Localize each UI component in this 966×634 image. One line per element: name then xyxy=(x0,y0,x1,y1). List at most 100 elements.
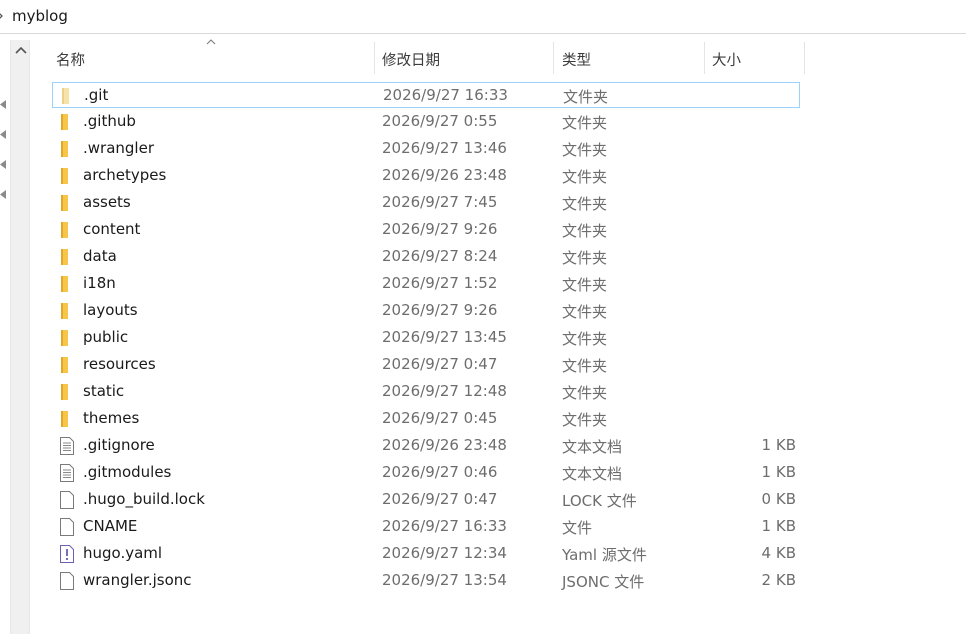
file-row[interactable]: content 2026/9/27 9:26 文件夹 xyxy=(52,217,800,243)
file-row[interactable]: layouts 2026/9/27 9:26 文件夹 xyxy=(52,298,800,324)
column-header-type[interactable]: 类型 xyxy=(562,40,591,74)
blank-file-icon xyxy=(59,517,75,537)
file-type: LOCK 文件 xyxy=(562,492,637,510)
vertical-scrollbar[interactable] xyxy=(10,40,30,634)
file-modified-date: 2026/9/27 0:45 xyxy=(382,409,498,427)
file-type: 文件夹 xyxy=(562,384,608,402)
file-modified-date: 2026/9/26 23:48 xyxy=(382,166,507,184)
file-modified-date: 2026/9/27 13:45 xyxy=(382,328,507,346)
folder-icon xyxy=(59,112,75,132)
pin-icon[interactable] xyxy=(0,100,6,109)
file-row[interactable]: .gitmodules 2026/9/27 0:46 文本文档 1 KB xyxy=(52,460,800,486)
file-type: 文件夹 xyxy=(562,168,608,186)
file-modified-date: 2026/9/27 16:33 xyxy=(383,86,508,104)
yaml-file-icon xyxy=(59,544,75,564)
file-name: static xyxy=(83,382,125,400)
blank-file-icon xyxy=(59,490,75,510)
file-type: 文件夹 xyxy=(562,357,608,375)
file-row[interactable]: static 2026/9/27 12:48 文件夹 xyxy=(52,379,800,405)
folder-icon xyxy=(59,382,75,402)
file-type: 文本文档 xyxy=(562,465,623,483)
pin-icon[interactable] xyxy=(0,130,6,139)
file-type: 文件夹 xyxy=(562,303,608,321)
file-row[interactable]: .git 2026/9/27 16:33 文件夹 xyxy=(52,82,800,108)
file-row[interactable]: .github 2026/9/27 0:55 文件夹 xyxy=(52,109,800,135)
text-document-icon xyxy=(59,436,75,456)
file-modified-date: 2026/9/27 7:45 xyxy=(382,193,498,211)
file-type: 文本文档 xyxy=(562,438,623,456)
pin-icon[interactable] xyxy=(0,160,6,169)
file-modified-date: 2026/9/27 9:26 xyxy=(382,220,498,238)
file-type: 文件夹 xyxy=(562,222,608,240)
file-row[interactable]: CNAME 2026/9/27 16:33 文件 1 KB xyxy=(52,514,800,540)
file-type: 文件夹 xyxy=(563,88,609,106)
column-header-name[interactable]: 名称 xyxy=(56,40,85,74)
file-row[interactable]: resources 2026/9/27 0:47 文件夹 xyxy=(52,352,800,378)
chevron-right-icon[interactable] xyxy=(0,11,5,21)
file-name: wrangler.jsonc xyxy=(83,571,192,589)
folder-icon xyxy=(59,274,75,294)
file-row[interactable]: hugo.yaml 2026/9/27 12:34 Yaml 源文件 4 KB xyxy=(52,541,800,567)
column-divider[interactable] xyxy=(804,42,805,74)
file-row[interactable]: archetypes 2026/9/26 23:48 文件夹 xyxy=(52,163,800,189)
pin-icon[interactable] xyxy=(0,190,6,199)
file-name: resources xyxy=(83,355,156,373)
file-name: .hugo_build.lock xyxy=(83,490,205,508)
blank-file-icon xyxy=(59,571,75,591)
file-name: .github xyxy=(83,112,136,130)
file-size: 4 KB xyxy=(761,544,796,562)
file-row[interactable]: i18n 2026/9/27 1:52 文件夹 xyxy=(52,271,800,297)
column-header-date[interactable]: 修改日期 xyxy=(382,40,440,74)
column-divider[interactable] xyxy=(374,42,375,74)
file-name: themes xyxy=(83,409,140,427)
file-name: public xyxy=(83,328,129,346)
folder-icon xyxy=(59,139,75,159)
file-modified-date: 2026/9/27 13:46 xyxy=(382,139,507,157)
folder-icon xyxy=(59,220,75,240)
file-type: Yaml 源文件 xyxy=(562,546,647,564)
file-modified-date: 2026/9/27 9:26 xyxy=(382,301,498,319)
file-row[interactable]: wrangler.jsonc 2026/9/27 13:54 JSONC 文件 2 K… xyxy=(52,568,800,594)
file-type: 文件夹 xyxy=(562,141,608,159)
file-row[interactable]: public 2026/9/27 13:45 文件夹 xyxy=(52,325,800,351)
file-modified-date: 2026/9/27 0:46 xyxy=(382,463,498,481)
file-modified-date: 2026/9/27 12:34 xyxy=(382,544,507,562)
file-row[interactable]: data 2026/9/27 8:24 文件夹 xyxy=(52,244,800,270)
file-name: .gitignore xyxy=(83,436,155,454)
folder-icon xyxy=(59,409,75,429)
file-row[interactable]: .wrangler 2026/9/27 13:46 文件夹 xyxy=(52,136,800,162)
file-row[interactable]: .gitignore 2026/9/26 23:48 文本文档 1 KB xyxy=(52,433,800,459)
file-size: 1 KB xyxy=(761,436,796,454)
file-size: 1 KB xyxy=(761,517,796,535)
column-header-row: 名称 修改日期 类型 大小 xyxy=(30,39,966,76)
file-type: 文件 xyxy=(562,519,593,537)
file-name: layouts xyxy=(83,301,138,319)
file-name: archetypes xyxy=(83,166,167,184)
address-bar[interactable]: myblog xyxy=(0,0,966,34)
file-row[interactable]: themes 2026/9/27 0:45 文件夹 xyxy=(52,406,800,432)
file-modified-date: 2026/9/27 0:47 xyxy=(382,490,498,508)
file-row[interactable]: assets 2026/9/27 7:45 文件夹 xyxy=(52,190,800,216)
text-document-icon xyxy=(59,463,75,483)
file-name: .wrangler xyxy=(83,139,154,157)
file-modified-date: 2026/9/27 0:47 xyxy=(382,355,498,373)
file-name: content xyxy=(83,220,141,238)
file-row[interactable]: .hugo_build.lock 2026/9/27 0:47 LOCK 文件 0 K… xyxy=(52,487,800,513)
file-modified-date: 2026/9/27 16:33 xyxy=(382,517,507,535)
scroll-up-arrow-icon[interactable] xyxy=(15,46,27,54)
navigation-pane-edge xyxy=(0,34,8,634)
file-type: JSONC 文件 xyxy=(562,573,645,591)
sort-ascending-icon xyxy=(206,39,216,45)
column-divider[interactable] xyxy=(553,42,554,74)
column-header-size[interactable]: 大小 xyxy=(712,40,741,74)
file-name: assets xyxy=(83,193,131,211)
file-name: CNAME xyxy=(83,517,138,535)
file-modified-date: 2026/9/27 0:55 xyxy=(382,112,498,130)
file-modified-date: 2026/9/27 13:54 xyxy=(382,571,507,589)
file-modified-date: 2026/9/26 23:48 xyxy=(382,436,507,454)
file-name: .git xyxy=(84,86,109,104)
column-divider[interactable] xyxy=(704,42,705,74)
breadcrumb-current-folder[interactable]: myblog xyxy=(12,7,68,25)
file-type: 文件夹 xyxy=(562,249,608,267)
file-name: data xyxy=(83,247,117,265)
